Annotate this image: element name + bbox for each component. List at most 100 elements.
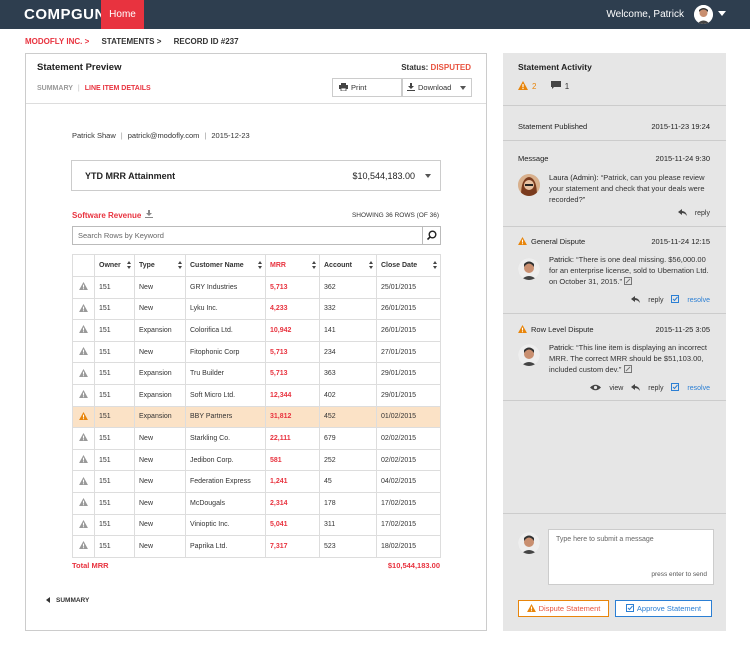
cell-type: New xyxy=(134,535,186,558)
reply-icon xyxy=(631,296,641,303)
message-time: 2015-11-24 9:30 xyxy=(655,154,711,163)
table-row[interactable]: 151 New GRY Industries 5,713 362 25/01/2015 xyxy=(72,276,441,299)
cell-mrr: 2,314 xyxy=(265,491,320,515)
table-row[interactable]: 151 New Paprika Ltd. 7,317 523 18/02/2015 xyxy=(72,535,441,558)
search-button[interactable] xyxy=(422,227,440,244)
cell-close: 02/02/2015 xyxy=(376,427,441,450)
table-row[interactable]: 151 Expansion Tru Builder 5,713 363 29/01/201… xyxy=(72,362,441,385)
cell-account: 332 xyxy=(319,297,377,321)
dispute-statement-button[interactable]: Dispute Statement xyxy=(518,600,609,617)
row-dispute-warning-icon[interactable] xyxy=(72,405,95,429)
table-row[interactable]: 151 New Vinioptic Inc. 5,041 311 17/02/2015 xyxy=(72,513,441,537)
edit-icon[interactable] xyxy=(624,277,633,285)
cell-owner: 151 xyxy=(94,340,135,364)
cell-owner: 151 xyxy=(94,470,135,493)
resolve-button[interactable]: resolve xyxy=(671,383,710,392)
table-row[interactable]: 151 New Federation Express 1,241 45 04/02/201… xyxy=(72,470,441,493)
reply-button[interactable]: reply xyxy=(631,296,663,304)
chevron-left-icon xyxy=(46,597,50,604)
tab-summary[interactable]: SUMMARY xyxy=(37,85,73,92)
app-logo[interactable]: COMPGUN xyxy=(24,6,106,23)
breadcrumb: MODOFLY INC. > STATEMENTS > RECORD ID #2… xyxy=(25,37,249,46)
row-dispute-warning-icon[interactable] xyxy=(72,297,95,321)
table-row[interactable]: 151 New Fitophonic Corp 5,713 234 27/01/2015 xyxy=(72,340,441,364)
col-type[interactable]: Type xyxy=(134,254,186,277)
row-dispute-warning-icon[interactable] xyxy=(72,535,95,558)
ytd-attainment-dropdown[interactable]: YTD MRR Attainment $10,544,183.00 xyxy=(71,160,441,191)
table-row[interactable]: 151 New Lyku Inc. 4,233 332 26/01/2015 xyxy=(72,297,441,321)
row-dispute-warning-icon[interactable] xyxy=(72,470,95,493)
row-dispute-warning-icon[interactable] xyxy=(72,427,95,450)
reply-button[interactable]: reply xyxy=(631,384,663,392)
user-menu-caret-icon[interactable] xyxy=(718,11,726,16)
row-dispute-warning-icon[interactable] xyxy=(72,276,95,299)
row-dispute-body: Patrick: “This line item is displaying a… xyxy=(549,342,711,375)
cell-mrr: 5,041 xyxy=(265,513,320,537)
row-dispute-warning-icon[interactable] xyxy=(72,491,95,515)
divider xyxy=(26,103,486,104)
breadcrumb-statements[interactable]: STATEMENTS > xyxy=(101,37,161,46)
cell-customer: GRY Industries xyxy=(185,276,266,299)
approve-statement-button[interactable]: Approve Statement xyxy=(615,600,712,617)
table-row[interactable]: 151 Expansion Colorifica Ltd. 10,942 141 26/0… xyxy=(72,319,441,342)
table-row[interactable]: 151 Expansion Soft Micro Ltd. 12,344 402 29/0… xyxy=(72,383,441,407)
table-row[interactable]: 151 New Starkling Co. 22,111 679 02/02/2015 xyxy=(72,427,441,450)
row-dispute-warning-icon[interactable] xyxy=(72,513,95,537)
cell-mrr: 4,233 xyxy=(265,297,320,321)
published-label: Statement Published xyxy=(518,122,588,131)
col-customer[interactable]: Customer Name xyxy=(185,254,266,277)
summary-back-link[interactable]: SUMMARY xyxy=(46,597,89,604)
cell-type: Expansion xyxy=(134,383,186,407)
col-close-date[interactable]: Close Date xyxy=(376,254,441,277)
cell-type: Expansion xyxy=(134,319,186,342)
nav-tab-home[interactable]: Home xyxy=(101,0,144,29)
welcome-text: Welcome, Patrick xyxy=(606,9,684,20)
status-badge: Status: DISPUTED xyxy=(401,63,471,72)
user-avatar[interactable] xyxy=(694,5,713,24)
view-button[interactable]: view xyxy=(590,384,623,392)
edit-icon[interactable] xyxy=(623,365,632,373)
row-dispute-warning-icon[interactable] xyxy=(72,383,95,407)
cell-account: 234 xyxy=(319,340,377,364)
search-input[interactable] xyxy=(73,227,413,244)
download-icon[interactable] xyxy=(145,210,153,220)
cell-account: 252 xyxy=(319,448,377,472)
cell-customer: Starkling Co. xyxy=(185,427,266,450)
compose-box: press enter to send xyxy=(548,529,714,585)
print-label: Print xyxy=(351,83,367,92)
line-items-table: Owner Type Customer Name MRR Account Clo… xyxy=(72,254,441,558)
message-body: Laura (Admin): “Patrick, can you please … xyxy=(549,172,711,205)
resolve-button[interactable]: resolve xyxy=(671,295,710,304)
table-row[interactable]: 151 Expansion BBY Partners 31,812 452 01/02/2… xyxy=(72,405,441,429)
cell-customer: Colorifica Ltd. xyxy=(185,319,266,342)
row-dispute-warning-icon[interactable] xyxy=(72,448,95,472)
row-dispute-warning-icon[interactable] xyxy=(72,340,95,364)
cell-type: Expansion xyxy=(134,362,186,385)
row-dispute-warning-icon[interactable] xyxy=(72,362,95,385)
row-dispute-warning-icon[interactable] xyxy=(72,319,95,342)
warning-icon[interactable] xyxy=(518,81,528,90)
download-button[interactable]: Download xyxy=(402,78,472,97)
activity-counts: 2 1 xyxy=(518,81,569,91)
table-row[interactable]: 151 New McDougals 2,314 178 17/02/2015 xyxy=(72,491,441,515)
table-row[interactable]: 151 New Jedibon Corp. 581 252 02/02/2015 xyxy=(72,448,441,472)
tab-line-item-details[interactable]: LINE ITEM DETAILS xyxy=(85,85,151,92)
eye-icon xyxy=(590,384,602,391)
print-button[interactable]: Print xyxy=(332,78,402,97)
cell-customer: Fitophonic Corp xyxy=(185,340,266,364)
cell-close: 17/02/2015 xyxy=(376,513,441,537)
reply-icon xyxy=(677,209,687,216)
cell-mrr: 581 xyxy=(265,448,320,472)
col-mrr[interactable]: MRR xyxy=(265,254,320,277)
reply-button[interactable]: reply xyxy=(677,209,710,217)
ytd-value: $10,544,183.00 xyxy=(352,171,415,181)
breadcrumb-company[interactable]: MODOFLY INC. > xyxy=(25,37,89,46)
cell-customer: Paprika Ltd. xyxy=(185,535,266,558)
col-owner[interactable]: Owner xyxy=(94,254,135,277)
chevron-down-icon[interactable] xyxy=(425,174,431,178)
cell-customer: Federation Express xyxy=(185,470,266,493)
message-icon[interactable] xyxy=(550,81,561,90)
col-account[interactable]: Account xyxy=(319,254,377,277)
row-author: Patrick: xyxy=(549,343,575,352)
chevron-down-icon[interactable] xyxy=(460,86,466,90)
